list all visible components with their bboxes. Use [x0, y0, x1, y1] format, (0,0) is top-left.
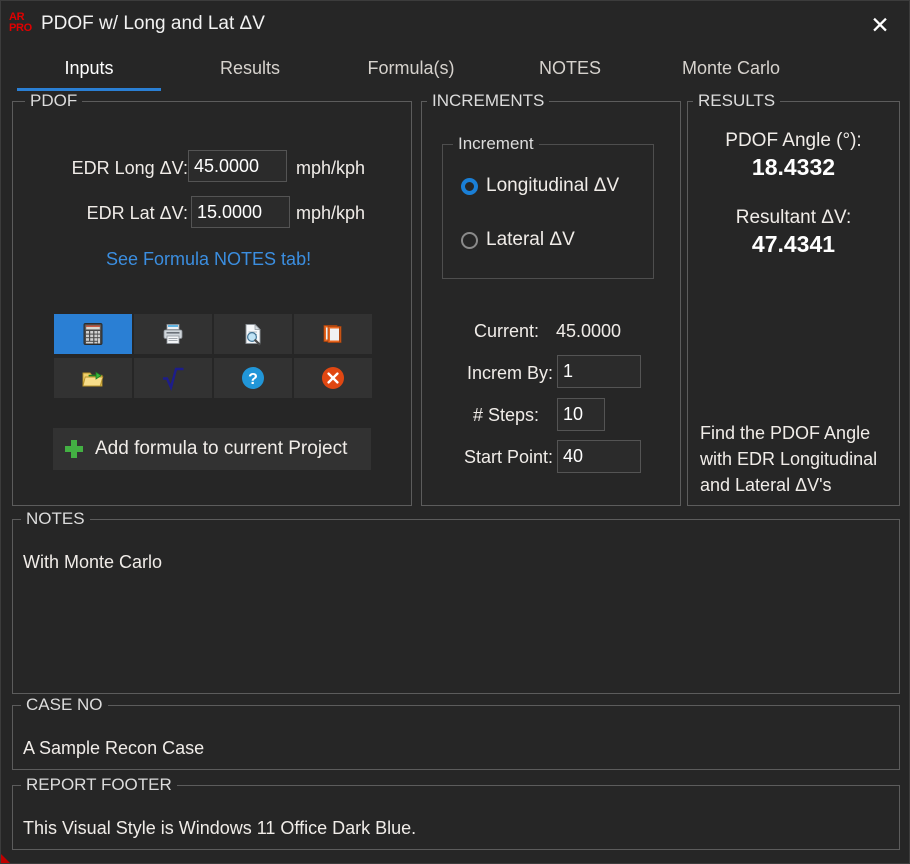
- current-label: Current:: [473, 321, 539, 341]
- svg-text:?: ?: [248, 371, 258, 388]
- increment-subgroup-legend: Increment: [453, 134, 539, 154]
- tab-inputs-label: Inputs: [64, 58, 114, 78]
- add-formula-button[interactable]: Add formula to current Project: [53, 428, 371, 470]
- tab-inputs[interactable]: Inputs: [17, 53, 161, 91]
- tab-notes[interactable]: NOTES: [509, 53, 631, 91]
- tab-formulas[interactable]: Formula(s): [341, 53, 481, 91]
- radio-lateral-dv[interactable]: Lateral ΔV: [461, 229, 575, 251]
- tab-results-label: Results: [219, 58, 281, 78]
- report-footer-group-legend: REPORT FOOTER: [21, 775, 177, 795]
- pdof-angle-value: 18.4332: [751, 154, 836, 180]
- notes-book-button[interactable]: [294, 314, 372, 354]
- resultant-dv-label: Resultant ΔV:: [735, 207, 852, 228]
- increments-group-legend: INCREMENTS: [427, 91, 550, 111]
- edr-long-unit: mph/kph: [296, 158, 366, 178]
- tab-notes-label: NOTES: [538, 58, 601, 78]
- close-circle-icon: [322, 367, 344, 389]
- square-root-button[interactable]: [134, 358, 212, 398]
- radio-lateral-dv-label: Lateral ΔV: [486, 229, 575, 250]
- results-description: Find the PDOF Angle with EDR Longitudina…: [700, 423, 878, 495]
- window-title: PDOF w/ Long and Lat ΔV: [41, 13, 265, 34]
- radio-longitudinal-dv[interactable]: Longitudinal ΔV: [461, 175, 619, 197]
- case-no-group-legend: CASE NO: [21, 695, 108, 715]
- radio-longitudinal-dv-label: Longitudinal ΔV: [486, 175, 620, 196]
- current-value: 45.0000: [556, 321, 622, 341]
- radio-lateral-dv-indicator: [461, 231, 478, 249]
- printer-icon: [163, 324, 183, 344]
- tab-monte-carlo-label: Monte Carlo: [681, 58, 781, 78]
- corner-accent: [1, 854, 10, 863]
- edr-long-label: EDR Long ΔV:: [71, 158, 188, 178]
- increm-by-label: Increm By:: [466, 363, 553, 383]
- notes-textarea[interactable]: With Monte Carlo: [23, 552, 889, 573]
- case-no-group: CASE NO A Sample Recon Case: [12, 695, 900, 770]
- see-formula-notes-link[interactable]: See Formula NOTES tab!: [106, 249, 311, 270]
- increm-by-input[interactable]: [557, 355, 641, 388]
- title-bar: AR PRO PDOF w/ Long and Lat ΔV ✕: [1, 1, 909, 51]
- radio-longitudinal-dv-indicator: [461, 177, 478, 195]
- tab-monte-carlo[interactable]: Monte Carlo: [657, 53, 805, 91]
- app-window: AR PRO PDOF w/ Long and Lat ΔV ✕ Inputs …: [0, 0, 910, 864]
- book-icon: [323, 325, 342, 343]
- report-footer-group: REPORT FOOTER This Visual Style is Windo…: [12, 775, 900, 850]
- open-folder-icon: [82, 371, 104, 387]
- help-button[interactable]: ?: [214, 358, 292, 398]
- edr-lat-input[interactable]: [191, 196, 290, 228]
- tab-strip: Inputs Results Formula(s) NOTES Monte Ca…: [1, 53, 909, 91]
- close-formula-button[interactable]: [294, 358, 372, 398]
- app-logo-icon: AR PRO: [9, 12, 37, 40]
- steps-input[interactable]: [557, 398, 605, 431]
- tab-formulas-label: Formula(s): [367, 58, 455, 78]
- pdof-group-legend: PDOF: [25, 91, 83, 111]
- tab-results[interactable]: Results: [187, 53, 313, 91]
- resultant-dv-value: 47.4341: [751, 231, 836, 257]
- print-button[interactable]: [134, 314, 212, 354]
- start-point-label: Start Point:: [463, 447, 553, 467]
- add-formula-button-label: Add formula to current Project: [95, 438, 348, 459]
- question-help-icon: ?: [242, 367, 264, 389]
- edr-lat-unit: mph/kph: [296, 203, 366, 223]
- document-search-icon: [245, 323, 261, 346]
- increments-group: INCREMENTS Increment Longitudinal ΔV Lat…: [421, 91, 681, 506]
- case-no-input[interactable]: A Sample Recon Case: [23, 738, 889, 759]
- notes-group-legend: NOTES: [21, 509, 90, 529]
- pdof-angle-label: PDOF Angle (°):: [725, 130, 862, 151]
- calculate-button[interactable]: [54, 314, 132, 354]
- print-preview-button[interactable]: [214, 314, 292, 354]
- close-icon[interactable]: ✕: [863, 11, 897, 41]
- start-point-input[interactable]: [557, 440, 641, 473]
- radical-icon: [163, 367, 184, 391]
- steps-label: # Steps:: [472, 405, 539, 425]
- results-group: RESULTS PDOF Angle (°): 18.4332 Resultan…: [687, 91, 900, 506]
- app-logo-line-2: PRO: [9, 22, 32, 34]
- notes-group: NOTES With Monte Carlo: [12, 509, 900, 694]
- plus-icon: [65, 440, 83, 458]
- report-footer-input[interactable]: This Visual Style is Windows 11 Office D…: [23, 818, 889, 839]
- increment-subgroup: Increment Longitudinal ΔV Lateral ΔV: [442, 134, 654, 279]
- results-group-legend: RESULTS: [693, 91, 781, 111]
- calculator-icon: [83, 323, 103, 345]
- edr-lat-label: EDR Lat ΔV:: [86, 203, 188, 223]
- open-button[interactable]: [54, 358, 132, 398]
- edr-long-input[interactable]: [188, 150, 287, 182]
